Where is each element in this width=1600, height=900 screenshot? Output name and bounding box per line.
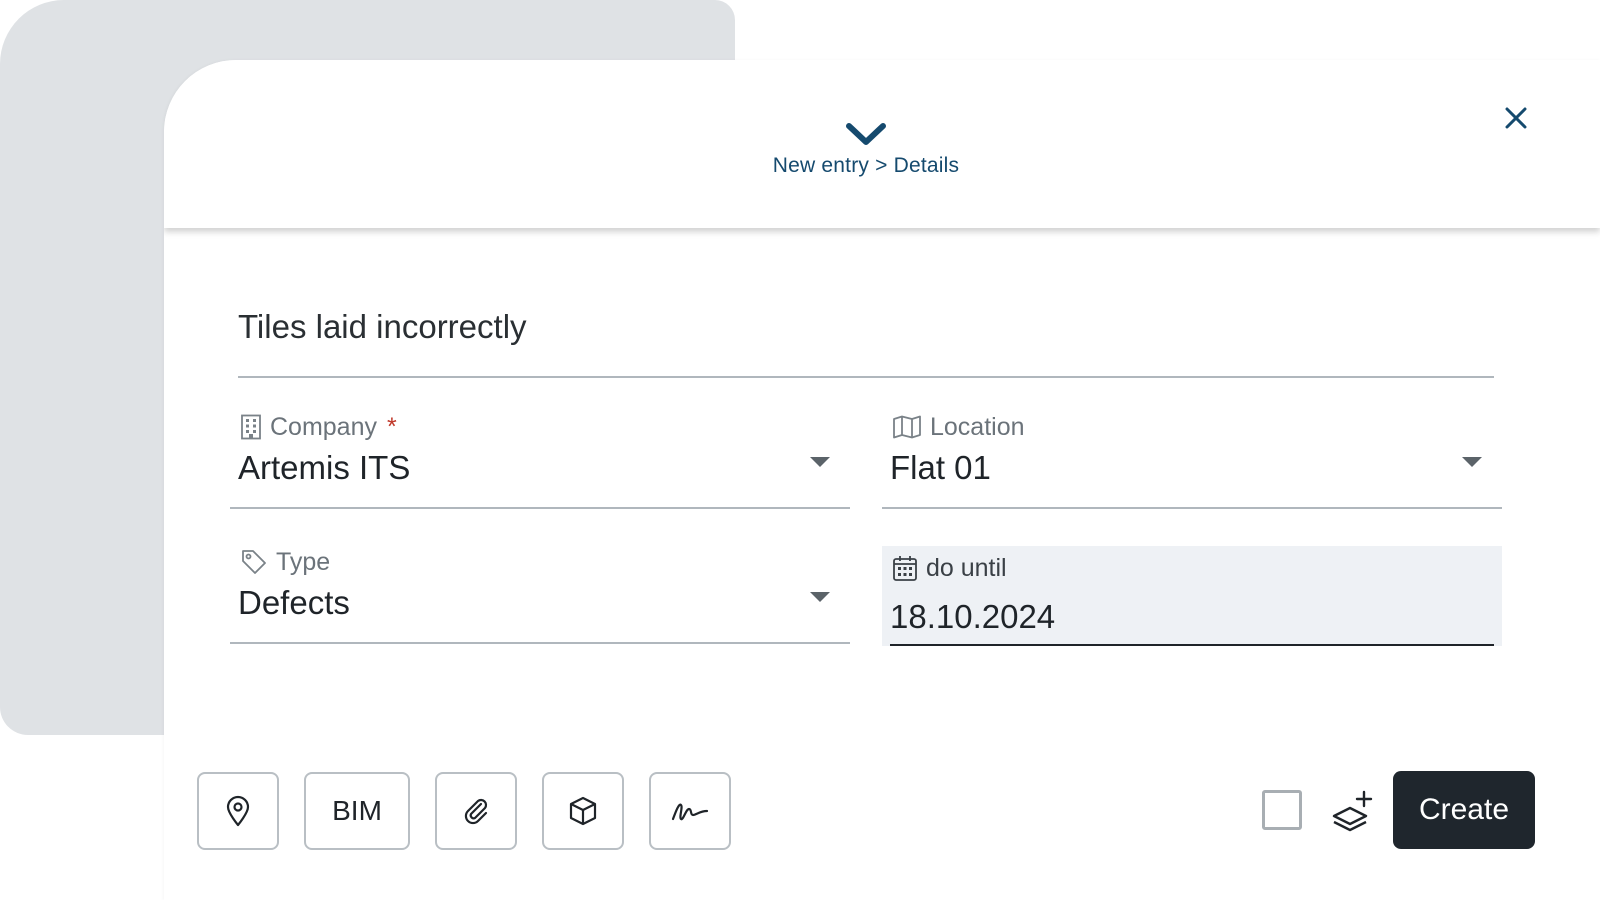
due-date-input[interactable]: do until 18.10.2024	[882, 546, 1502, 646]
due-underline	[890, 644, 1494, 646]
due-label-row: do until	[892, 554, 1007, 582]
company-label-row: Company *	[240, 413, 397, 441]
bim-label: BIM	[332, 795, 382, 826]
type-label-row: Type	[240, 548, 330, 576]
caret-down-icon	[810, 592, 830, 602]
title-input[interactable]: Tiles laid incorrectly	[238, 300, 1494, 378]
location-value: Flat 01	[890, 449, 991, 486]
caret-down-icon	[810, 457, 830, 467]
type-value: Defects	[238, 584, 350, 621]
building-icon	[241, 414, 261, 440]
signature-icon	[671, 803, 709, 821]
attachment-button[interactable]	[435, 772, 517, 850]
modal-header: New entry > Details	[164, 60, 1600, 228]
company-value: Artemis ITS	[238, 449, 411, 486]
company-select[interactable]: Company * Artemis ITS	[230, 413, 850, 509]
chevron-down-icon[interactable]	[845, 120, 887, 148]
model-3d-button[interactable]	[542, 772, 624, 850]
map-pin-icon	[226, 795, 250, 827]
create-button[interactable]: Create	[1393, 771, 1535, 849]
location-select[interactable]: Location Flat 01	[882, 413, 1502, 509]
title-value: Tiles laid incorrectly	[238, 308, 527, 345]
due-label: do until	[926, 553, 1007, 582]
breadcrumb: New entry > Details	[772, 154, 960, 177]
calendar-icon	[893, 556, 917, 581]
location-label-row: Location	[892, 413, 1025, 441]
location-pin-button[interactable]	[197, 772, 279, 850]
due-value: 18.10.2024	[890, 598, 1056, 635]
company-label: Company	[270, 412, 377, 441]
signature-button[interactable]	[649, 772, 731, 850]
type-select[interactable]: Type Defects	[230, 548, 850, 644]
paperclip-icon	[464, 798, 488, 825]
required-mark: *	[387, 412, 397, 441]
location-label: Location	[930, 412, 1025, 441]
map-icon	[893, 415, 921, 439]
layers-add-icon[interactable]	[1330, 788, 1376, 834]
close-icon[interactable]	[1498, 100, 1534, 136]
type-label: Type	[276, 547, 331, 576]
caret-down-icon	[1462, 457, 1482, 467]
tag-icon	[242, 550, 266, 574]
cube-icon	[569, 796, 597, 826]
entry-modal: New entry > Details Tiles laid incorrect…	[164, 60, 1600, 900]
bim-button[interactable]: BIM	[304, 772, 410, 850]
checkbox[interactable]	[1262, 790, 1302, 830]
